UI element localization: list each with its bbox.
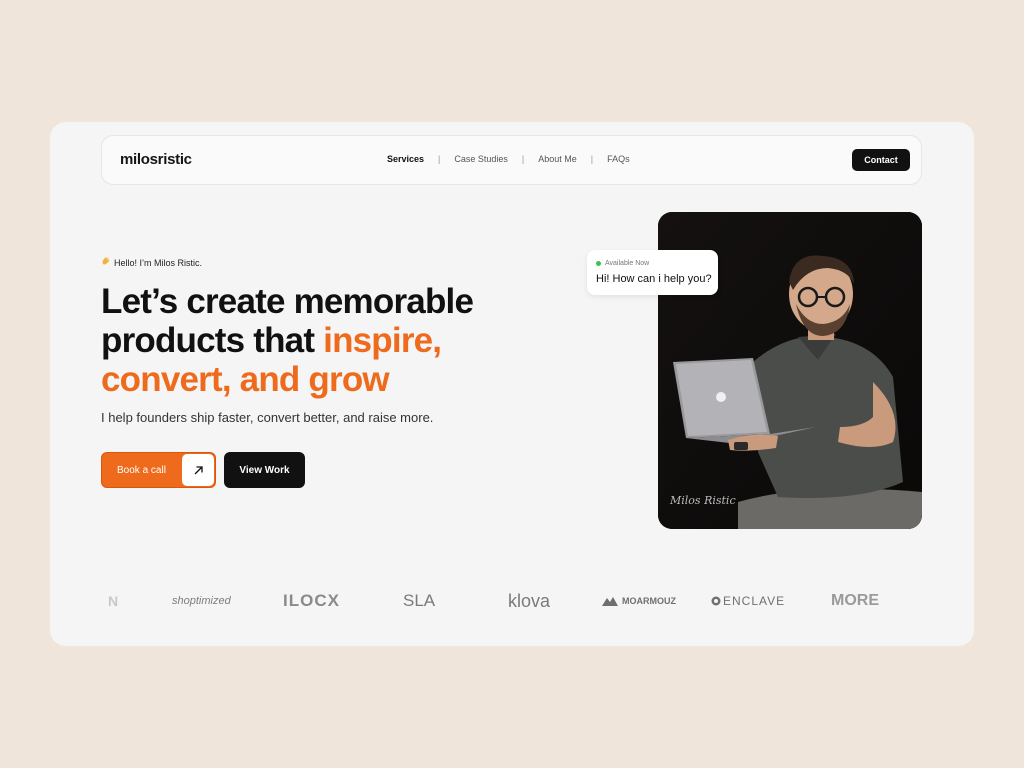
hero-card: milosristic Services | Case Studies | Ab… xyxy=(50,122,974,646)
site-logo[interactable]: milosristic xyxy=(120,151,192,168)
nav-link-about-me[interactable]: About Me xyxy=(538,154,577,164)
online-dot-icon xyxy=(596,261,601,266)
hero-subtitle: I help founders ship faster, convert bet… xyxy=(101,410,434,425)
brand-logo: klova xyxy=(508,590,551,611)
mountain-icon xyxy=(602,597,618,606)
headline-line-1: Let’s create memorable xyxy=(101,282,474,321)
headline-line-2: products that inspire, xyxy=(101,321,561,360)
circle-logo-icon xyxy=(711,596,721,606)
brand-logo: MORE xyxy=(831,592,879,609)
headline-line-3-accent: convert, and grow xyxy=(101,360,390,399)
brand-logo-text: ENCLAVE xyxy=(723,594,786,608)
nav-links: Services | Case Studies | About Me | FAQ… xyxy=(387,154,630,164)
waving-hand-icon xyxy=(101,256,111,269)
contact-button[interactable]: Contact xyxy=(852,149,910,171)
availability-label: Available Now xyxy=(605,260,650,267)
arrow-up-right-icon xyxy=(182,454,214,486)
headline-accent-inspire: inspire, xyxy=(323,321,442,360)
nav-separator: | xyxy=(438,154,441,164)
chat-message: Hi! How can i help you? xyxy=(596,273,712,285)
nav-link-services[interactable]: Services xyxy=(387,154,424,164)
brand-logo-text: MOARMOUZ xyxy=(622,596,676,606)
chat-bubble[interactable]: Available Now Hi! How can i help you? xyxy=(587,250,718,295)
nav-link-case-studies[interactable]: Case Studies xyxy=(454,154,508,164)
hero-headline: Let’s create memorable products that ins… xyxy=(101,282,561,399)
book-call-label: Book a call xyxy=(117,464,166,476)
brand-logo: N xyxy=(108,593,119,609)
view-work-button[interactable]: View Work xyxy=(224,452,305,488)
greeting-text: Hello! I’m Milos Ristic. xyxy=(114,257,203,268)
availability-status: Available Now xyxy=(596,260,649,267)
signature: Milos Ristic xyxy=(670,494,736,507)
brand-logos-strip: N shoptimized ILOCX SLA klova MOARMOUZ E… xyxy=(50,585,974,617)
brand-logo: SLA xyxy=(403,591,436,610)
brand-logo: shoptimized xyxy=(172,595,231,607)
brand-logo: ILOCX xyxy=(283,591,340,610)
nav-link-faqs[interactable]: FAQs xyxy=(607,154,630,164)
headline-line-2-plain: products that xyxy=(101,321,324,360)
brand-logo-moarmouz: MOARMOUZ xyxy=(602,585,676,617)
nav-separator: | xyxy=(521,154,525,164)
nav-separator: | xyxy=(590,154,594,164)
greeting: Hello! I’m Milos Ristic. xyxy=(101,256,202,269)
brand-logo-enclave: ENCLAVE xyxy=(711,585,785,617)
book-call-button[interactable]: Book a call xyxy=(101,452,216,488)
top-navbar: milosristic Services | Case Studies | Ab… xyxy=(101,135,922,185)
